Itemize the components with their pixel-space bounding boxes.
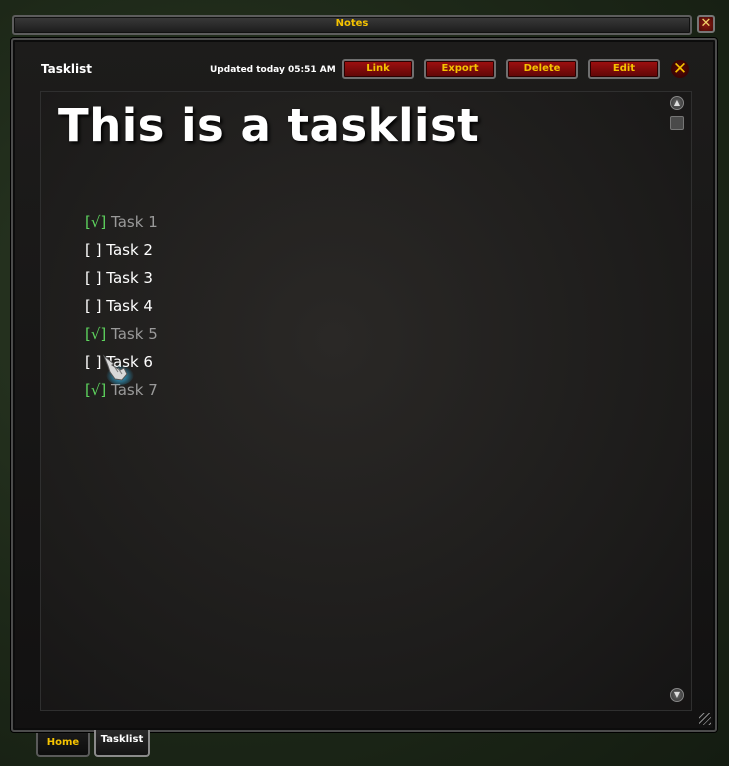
task-label: Task 5: [111, 325, 158, 343]
task-label: Task 3: [106, 269, 153, 287]
edit-button[interactable]: Edit: [588, 59, 660, 79]
task-checkbox[interactable]: [ ]: [85, 295, 101, 317]
scroll-down-icon[interactable]: ▼: [670, 688, 684, 702]
task-checkbox[interactable]: [√]: [85, 323, 106, 345]
task-item[interactable]: [ ] Task 3: [85, 267, 153, 289]
task-checkbox[interactable]: [ ]: [85, 351, 101, 373]
scrollbar-thumb[interactable]: [670, 116, 684, 130]
export-button[interactable]: Export: [424, 59, 496, 79]
note-title: Tasklist: [41, 62, 92, 76]
task-checkbox[interactable]: [ ]: [85, 239, 101, 261]
task-checkbox[interactable]: [√]: [85, 211, 106, 233]
note-heading: This is a tasklist: [58, 99, 480, 152]
task-label: Task 2: [106, 241, 153, 259]
tab-home[interactable]: Home: [36, 733, 90, 757]
updated-timestamp: Updated today 05:51 AM: [210, 65, 336, 75]
task-item[interactable]: [√] Task 5: [85, 323, 158, 345]
task-label: Task 1: [111, 213, 158, 231]
gauntlet-cursor-icon: [102, 354, 134, 385]
task-checkbox[interactable]: [ ]: [85, 267, 101, 289]
scroll-up-icon[interactable]: ▲: [670, 96, 684, 110]
link-button[interactable]: Link: [342, 59, 414, 79]
delete-button[interactable]: Delete: [506, 59, 578, 79]
resize-grip-icon[interactable]: [699, 713, 711, 725]
window-close-icon[interactable]: ✕: [697, 15, 715, 33]
task-label: Task 4: [106, 297, 153, 315]
task-item[interactable]: [ ] Task 4: [85, 295, 153, 317]
note-content: This is a tasklist [√] Task 1 [ ] Task 2…: [40, 91, 692, 711]
window-titlebar[interactable]: Notes: [12, 15, 692, 35]
task-item[interactable]: [ ] Task 2: [85, 239, 153, 261]
note-close-icon[interactable]: ✕: [671, 60, 689, 78]
tab-tasklist[interactable]: Tasklist: [94, 730, 150, 757]
window-title: Notes: [335, 18, 369, 29]
task-item[interactable]: [√] Task 1: [85, 211, 158, 233]
